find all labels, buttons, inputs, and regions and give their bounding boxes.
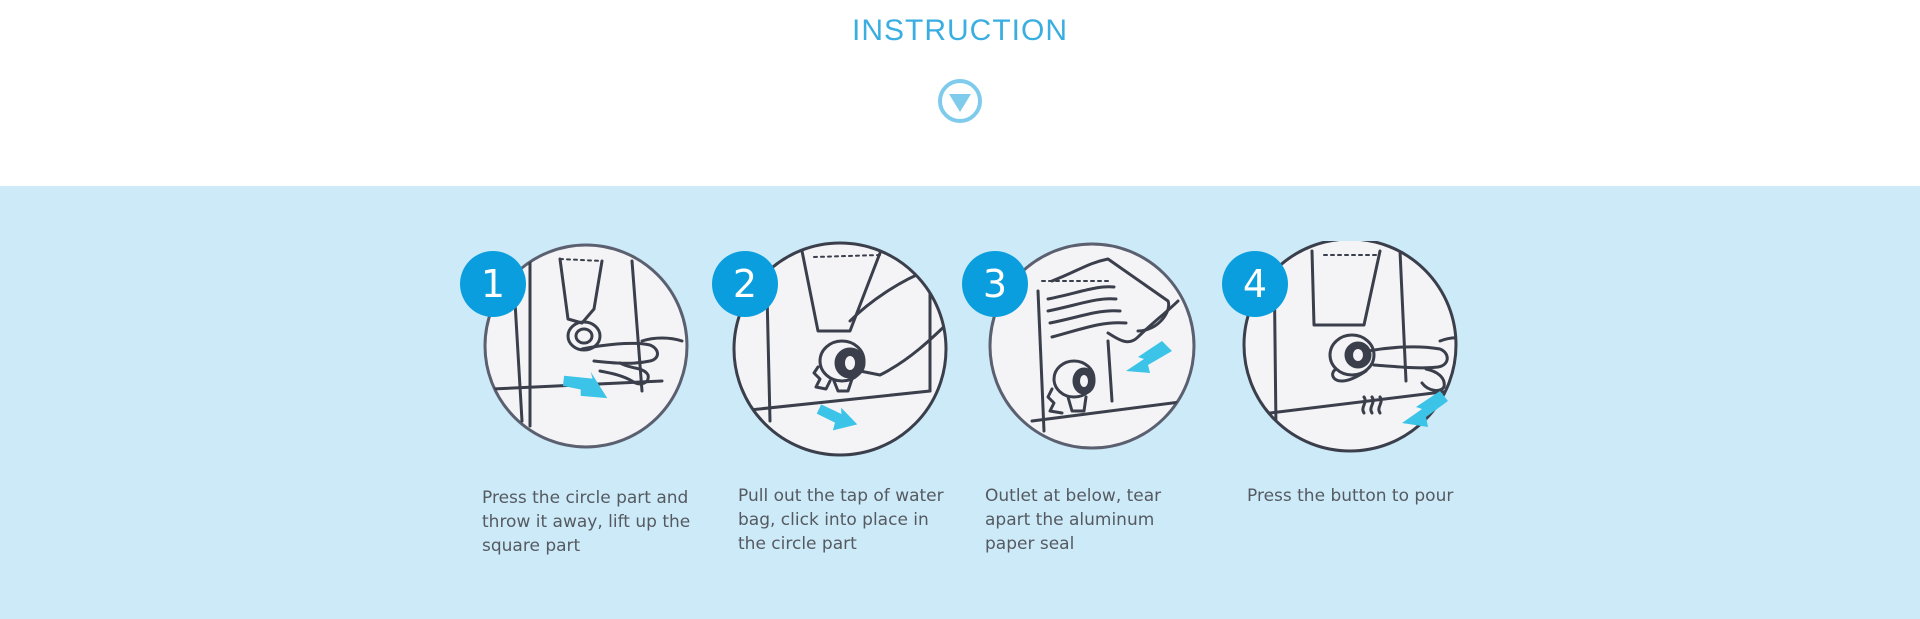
page-title: INSTRUCTION <box>852 14 1068 47</box>
step-1-caption: Press the circle part and throw it away,… <box>482 488 691 556</box>
step-1-badge: 1 <box>460 251 526 317</box>
instruction-band: 1 Press the circle part and throw it awa… <box>0 186 1920 619</box>
step-4-badge: 4 <box>1222 251 1288 317</box>
step-2-caption: Pull out the tap of water bag, click int… <box>738 486 944 554</box>
step-4-caption: Press the button to pour <box>1247 486 1454 506</box>
step-3-caption: Outlet at below, tear apart the aluminum… <box>985 486 1162 554</box>
step-2-badge: 2 <box>712 251 778 317</box>
step-3-badge: 3 <box>962 251 1028 317</box>
down-triangle-circle-icon[interactable] <box>937 78 983 124</box>
